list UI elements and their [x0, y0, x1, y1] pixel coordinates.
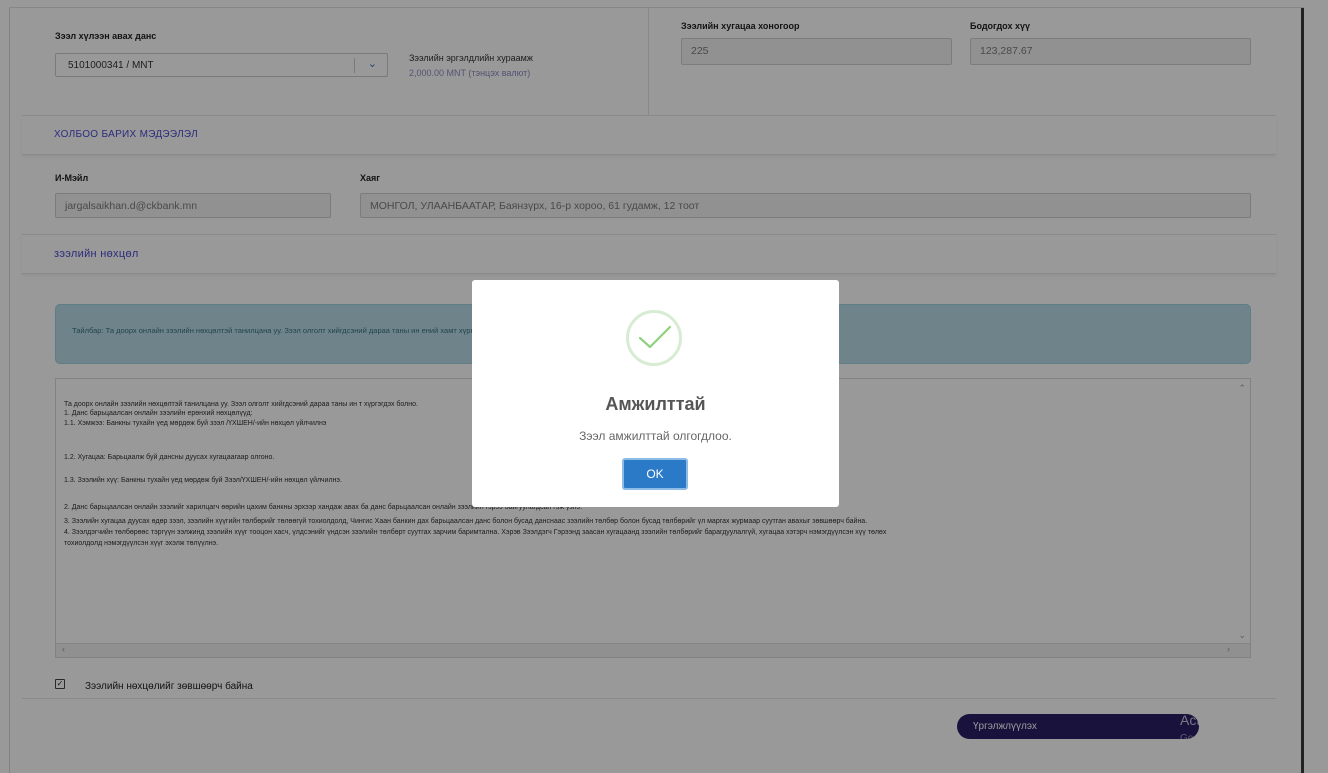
- dialog-title: Амжилттай: [605, 394, 706, 414]
- window-edge: [1301, 8, 1304, 773]
- success-dialog: Амжилттай Зээл амжилттай олгогдлоо. OK: [472, 280, 839, 507]
- success-check-icon: [626, 310, 682, 366]
- ok-button[interactable]: OK: [622, 458, 688, 490]
- dialog-message: Зээл амжилттай олгогдлоо.: [579, 429, 732, 443]
